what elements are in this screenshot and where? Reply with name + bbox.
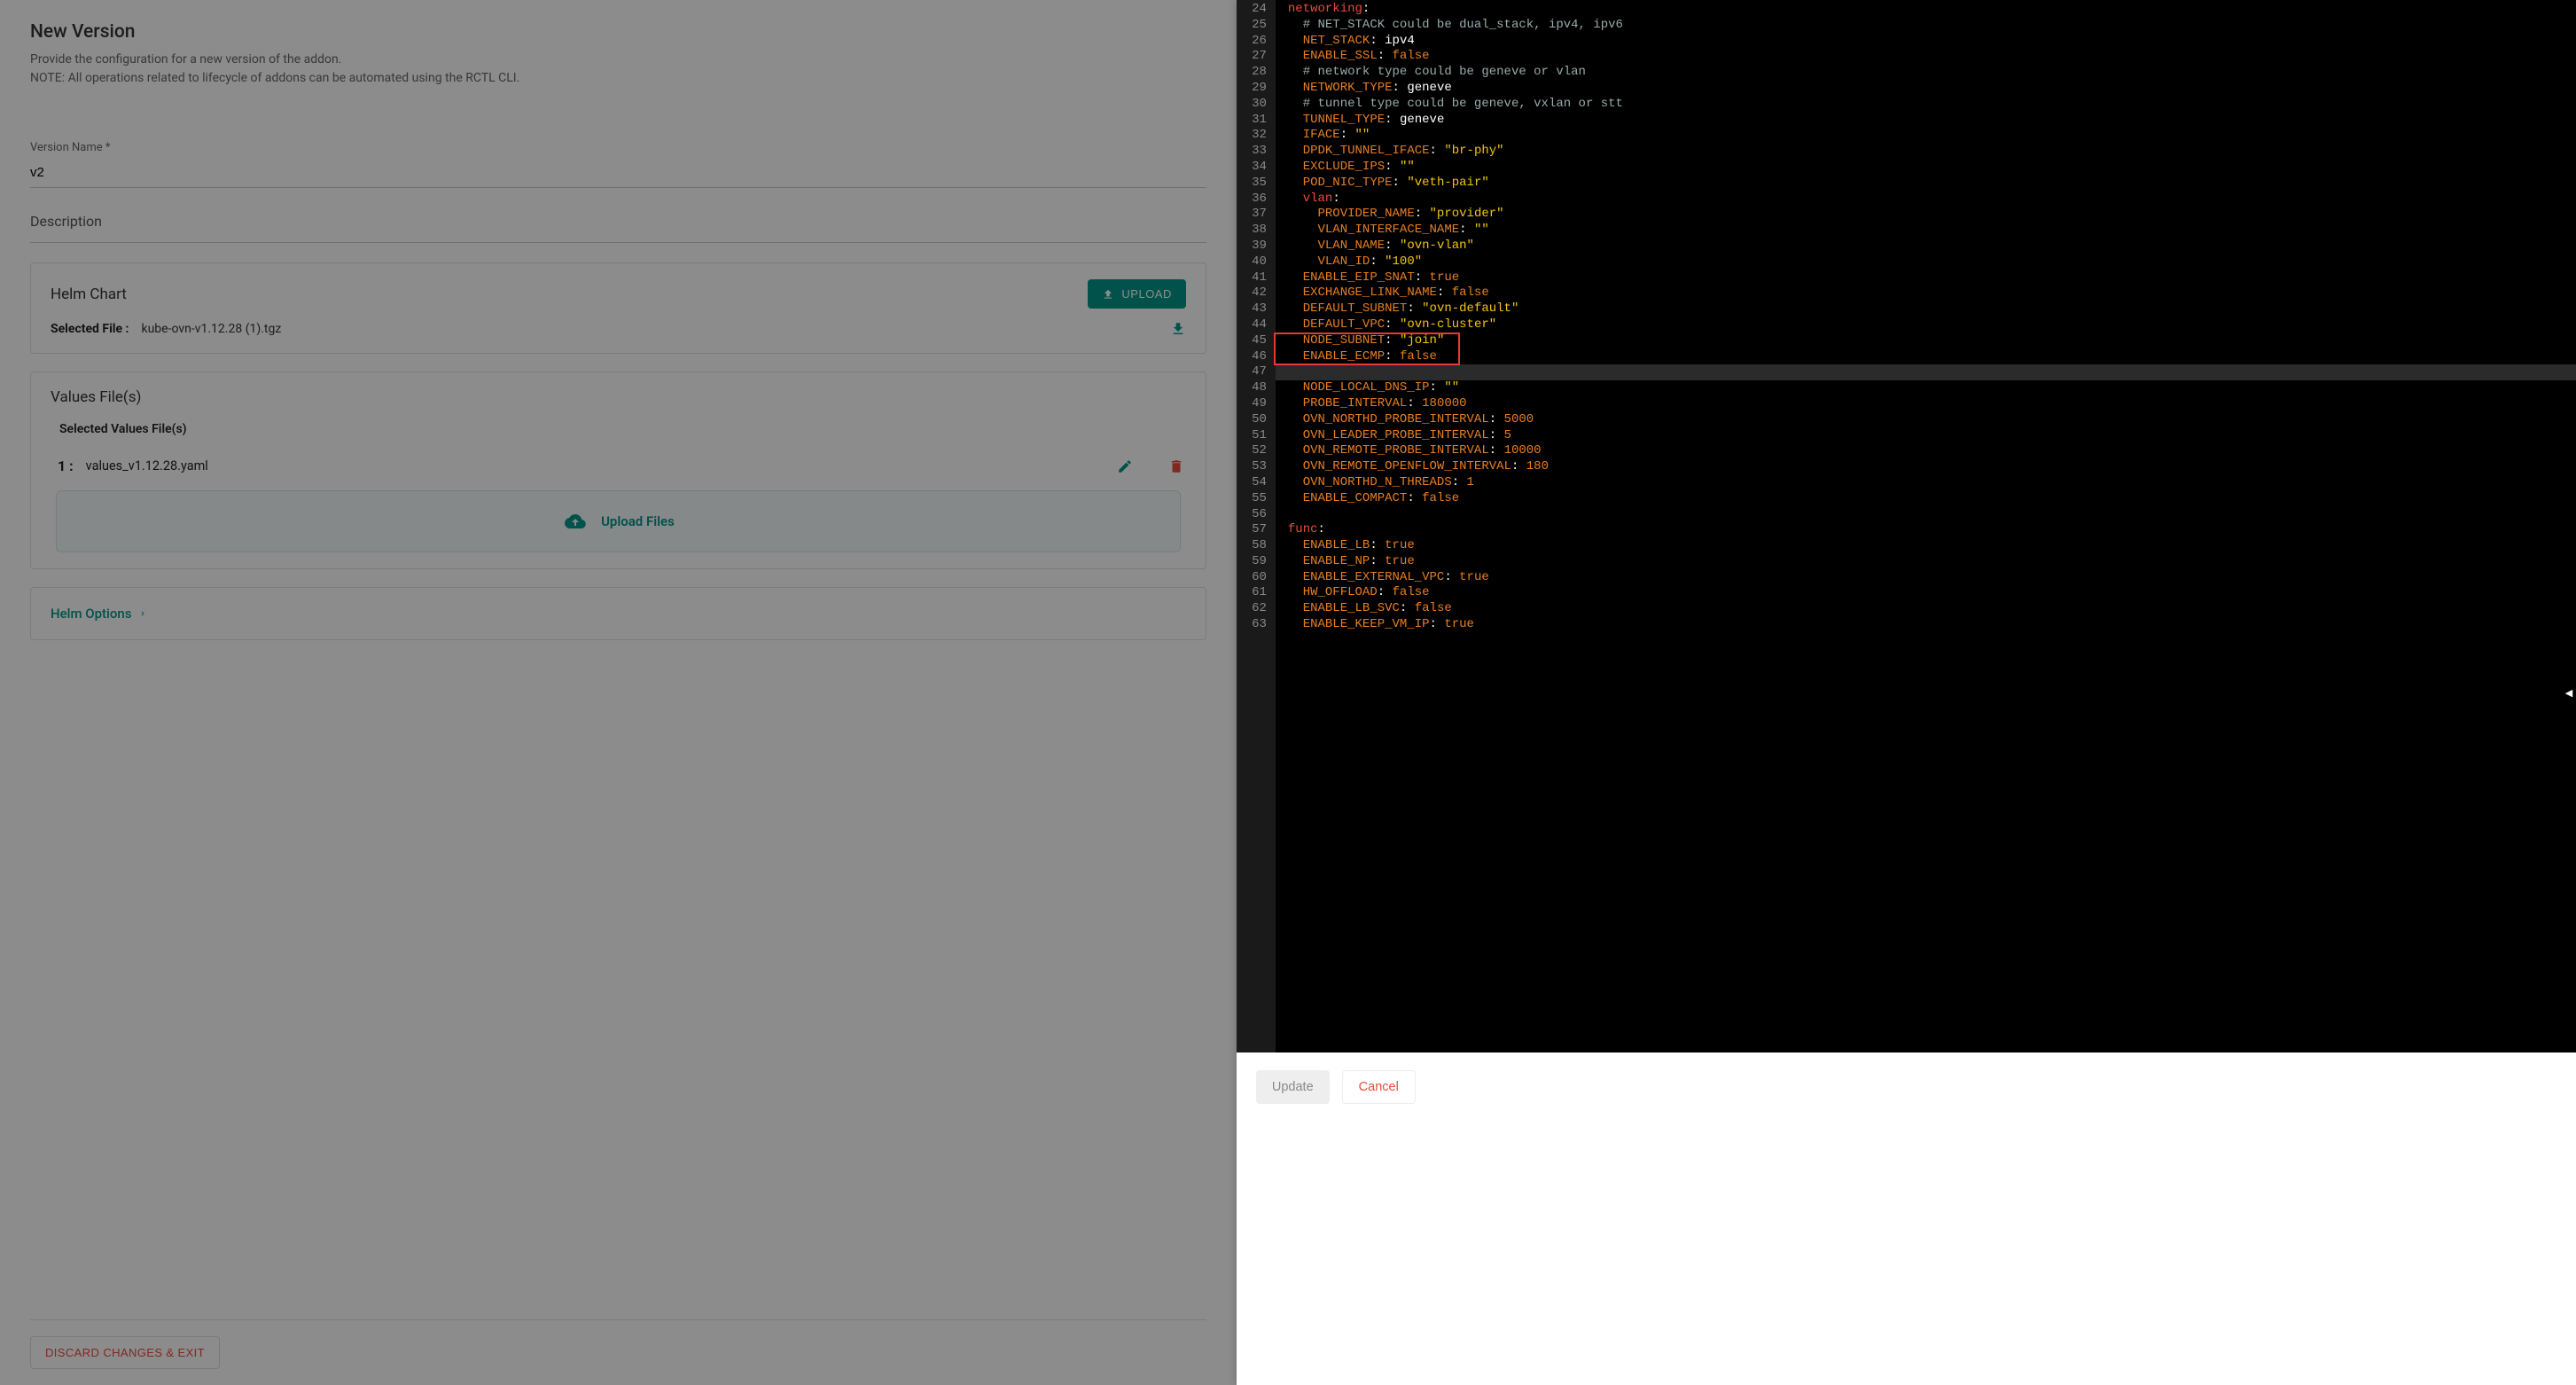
page-subtitle: Provide the configuration for a new vers… [30,51,1206,88]
editor-gutter: 2425262728293031323334353637383940414243… [1237,0,1276,1052]
page-title: New Version [30,21,1206,43]
download-icon[interactable] [1170,321,1186,337]
selected-values-label: Selected Values File(s) [59,422,1186,436]
helm-chart-card: Helm Chart UPLOAD Selected File : kube-o… [30,262,1206,354]
values-file-name: values_v1.12.28.yaml [86,458,1117,473]
cancel-button[interactable]: Cancel [1342,1070,1416,1104]
new-version-panel: New Version Provide the configuration fo… [0,0,1237,1385]
edit-icon[interactable] [1117,458,1133,474]
selected-chart-row: Selected File : kube-ovn-v1.12.28 (1).tg… [51,321,1186,337]
values-file-row: 1 : values_v1.12.28.yaml [51,454,1186,487]
upload-chart-button[interactable]: UPLOAD [1088,279,1185,309]
upload-icon [1102,288,1114,301]
editor-code[interactable]: networking: # NET_STACK could be dual_st… [1276,0,2576,1052]
values-files-title: Values File(s) [51,388,1186,406]
values-file-index: 1 : [58,458,74,474]
helm-options-card: Helm Options [30,587,1206,640]
version-name-input[interactable] [30,160,1206,188]
upload-chart-label: UPLOAD [1121,287,1171,301]
values-files-card: Values File(s) Selected Values File(s) 1… [30,372,1206,569]
drawer-close-handle[interactable]: ◀ [2562,677,2576,708]
selected-file-name: kube-ovn-v1.12.28 (1).tgz [141,322,1169,336]
helm-chart-title: Helm Chart [51,286,127,303]
trash-icon[interactable] [1168,458,1184,474]
yaml-editor[interactable]: 2425262728293031323334353637383940414243… [1237,0,2576,1052]
selected-file-label: Selected File : [51,322,129,336]
update-button[interactable]: Update [1256,1070,1330,1104]
dropzone-label: Upload Files [601,513,675,529]
description-label[interactable]: Description [30,213,1206,243]
subtitle-line2: NOTE: All operations related to lifecycl… [30,71,519,85]
cloud-upload-icon [562,511,589,532]
helm-options-label: Helm Options [51,606,131,622]
chevron-right-icon [138,608,147,619]
upload-files-dropzone[interactable]: Upload Files [56,490,1181,552]
helm-options-toggle[interactable]: Helm Options [51,606,1186,622]
bottom-bar: DISCARD CHANGES & EXIT [30,1319,1206,1369]
editor-drawer: 2425262728293031323334353637383940414243… [1237,0,2576,1385]
version-name-label: Version Name * [30,141,1206,154]
subtitle-line1: Provide the configuration for a new vers… [30,52,341,67]
discard-button[interactable]: DISCARD CHANGES & EXIT [30,1336,220,1369]
drawer-button-row: Update Cancel [1237,1052,2576,1122]
